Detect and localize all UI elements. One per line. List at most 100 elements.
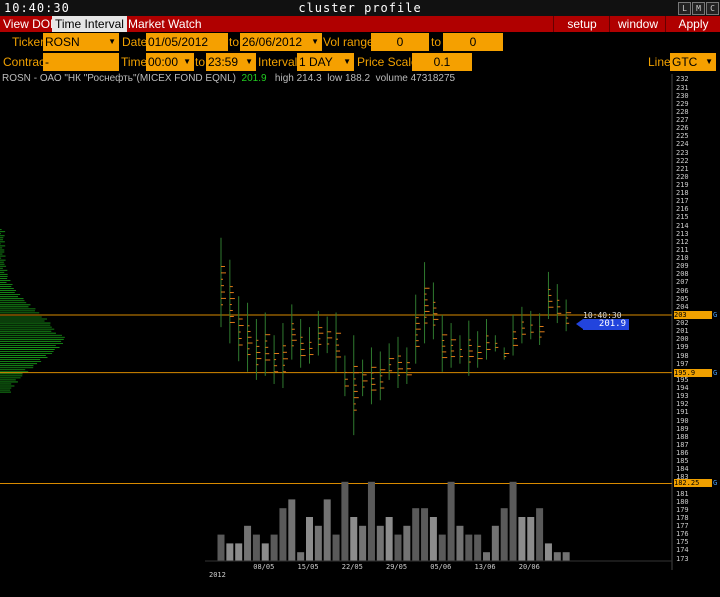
- volume-bar: [438, 534, 446, 561]
- volume-bar: [518, 517, 526, 561]
- y-tick-label: 224: [676, 140, 689, 149]
- volume-bar: [261, 543, 269, 561]
- volume-bar: [447, 481, 455, 561]
- y-tick-label: 181: [676, 489, 689, 498]
- volume-bar: [500, 508, 508, 561]
- y-tick-label: 187: [676, 440, 689, 449]
- x-tick-label: 08/05: [253, 563, 275, 571]
- y-tick-label: 194: [676, 384, 689, 393]
- y-tick-label: 230: [676, 91, 689, 100]
- y-tick-label: 207: [676, 278, 689, 287]
- y-tick-label: 174: [676, 546, 689, 555]
- volume-bar: [483, 552, 490, 561]
- y-tick-label: 192: [676, 400, 689, 409]
- volume-bar: [421, 508, 429, 561]
- volume-bar: [350, 517, 358, 561]
- y-tick-label: 223: [676, 148, 689, 157]
- cluster-chart[interactable]: [0, 0, 720, 597]
- volume-bar: [403, 525, 411, 561]
- y-tick-label: 186: [676, 448, 689, 457]
- y-tick-label: 200: [676, 335, 689, 344]
- x-tick-label: 15/05: [297, 563, 319, 571]
- y-tick-label: 206: [676, 286, 689, 295]
- level-flag-icon: G: [713, 479, 718, 488]
- volume-bar: [323, 499, 331, 561]
- volume-bar: [226, 543, 234, 561]
- volume-bar: [562, 552, 570, 561]
- volume-bar: [412, 508, 420, 561]
- y-tick-label: 197: [676, 359, 689, 368]
- y-tick-label: 202: [676, 319, 689, 328]
- y-tick-label: 219: [676, 181, 689, 189]
- price-level-badge: 195.9: [674, 368, 712, 377]
- y-tick-label: 229: [676, 99, 689, 108]
- y-tick-label: 220: [676, 172, 689, 181]
- volume-bar: [394, 534, 402, 561]
- y-tick-label: 190: [676, 416, 689, 425]
- volume-bar: [527, 517, 535, 561]
- y-tick-label: 221: [676, 164, 689, 173]
- y-tick-label: 210: [676, 254, 689, 263]
- y-tick-label: 216: [676, 205, 689, 214]
- y-tick-label: 227: [676, 116, 689, 125]
- y-tick-label: 232: [676, 75, 689, 84]
- x-tick-label: 05/06: [430, 563, 452, 571]
- volume-bar: [474, 534, 482, 561]
- volume-bar: [509, 481, 517, 561]
- y-tick-label: 225: [676, 132, 689, 141]
- volume-bar: [279, 508, 287, 561]
- volume-bar: [376, 525, 384, 561]
- y-tick-label: 215: [676, 213, 689, 222]
- x-tick-label: 29/05: [386, 563, 408, 571]
- x-tick-label: 13/06: [474, 563, 496, 571]
- volume-bar: [491, 525, 499, 561]
- x-tick-label: 22/05: [341, 563, 363, 571]
- price-level-badge: 203: [674, 310, 712, 319]
- y-tick-label: 189: [676, 424, 689, 433]
- y-tick-label: 212: [676, 237, 689, 246]
- y-tick-label: 226: [676, 124, 689, 133]
- volume-bar: [385, 517, 393, 561]
- volume-bar: [252, 534, 260, 561]
- volume-bar: [306, 517, 313, 561]
- y-tick-label: 178: [676, 513, 689, 522]
- y-tick-label: 199: [676, 343, 689, 352]
- volume-bar: [297, 552, 305, 561]
- y-tick-label: 218: [676, 189, 689, 198]
- y-tick-label: 228: [676, 107, 689, 116]
- y-tick-label: 188: [676, 432, 689, 441]
- x-tick-label: 2012: [209, 571, 226, 579]
- y-tick-label: 204: [676, 302, 689, 311]
- volume-bar: [536, 508, 544, 561]
- y-tick-label: 217: [676, 197, 689, 206]
- volume-bar: [367, 481, 375, 561]
- y-tick-label: 184: [676, 465, 689, 474]
- y-tick-label: 211: [676, 245, 689, 254]
- level-flag-icon: G: [713, 310, 718, 319]
- volume-bar: [341, 481, 349, 561]
- y-tick-label: 205: [676, 294, 689, 303]
- y-tick-label: 198: [676, 351, 689, 360]
- volume-bar: [465, 534, 473, 561]
- y-tick-label: 177: [676, 522, 689, 531]
- volume-bar: [235, 543, 243, 561]
- y-tick-label: 201: [676, 327, 689, 336]
- volume-bar: [217, 534, 225, 561]
- volume-bar: [244, 525, 252, 561]
- volume-bar: [314, 525, 322, 561]
- y-tick-label: 179: [676, 505, 689, 514]
- y-tick-label: 195: [676, 375, 689, 384]
- price-level-badge: 182.25: [674, 479, 712, 488]
- y-tick-label: 222: [676, 156, 689, 165]
- y-tick-label: 231: [676, 83, 689, 92]
- y-tick-label: 173: [676, 554, 689, 563]
- y-tick-label: 175: [676, 538, 689, 547]
- y-tick-label: 213: [676, 229, 689, 238]
- volume-bar: [288, 499, 296, 561]
- volume-bar: [553, 552, 561, 561]
- y-tick-label: 185: [676, 457, 689, 466]
- y-tick-label: 214: [676, 221, 689, 230]
- y-tick-label: 209: [676, 262, 689, 271]
- x-tick-label: 20/06: [518, 563, 540, 571]
- current-price-badge: 201.9: [576, 319, 629, 330]
